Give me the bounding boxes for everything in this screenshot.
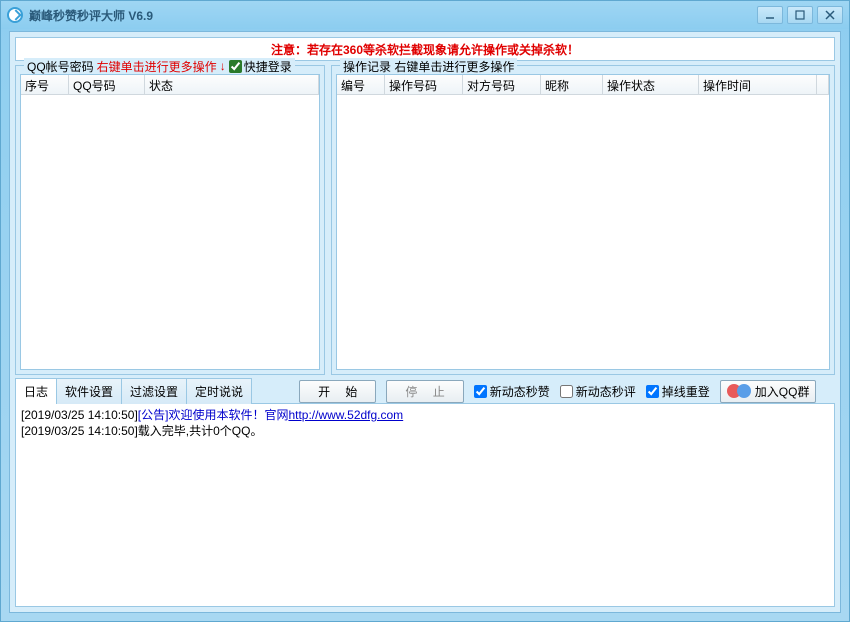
col-qq[interactable]: QQ号码: [69, 75, 145, 94]
window-controls: [757, 6, 843, 24]
start-button[interactable]: 开 始: [299, 380, 376, 403]
records-legend: 操作记录 右键单击进行更多操作: [340, 58, 517, 74]
client-area: 注意：若存在360等杀软拦截现象请允许操作或关掉杀软！ QQ帐号密码 右键单击进…: [9, 31, 841, 613]
tabs: 日志 软件设置 过滤设置 定时说说: [15, 378, 251, 404]
new-like-input[interactable]: [474, 385, 487, 398]
col-index[interactable]: 序号: [21, 75, 69, 94]
titlebar: 巅峰秒赞秒评大师 V6.9: [1, 1, 849, 29]
app-window: 巅峰秒赞秒评大师 V6.9 注意：若存在360等杀软拦截现象请允许操作或关掉杀软…: [0, 0, 850, 622]
accounts-legend: QQ帐号密码 右键单击进行更多操作 ↓ 快捷登录: [24, 58, 295, 74]
qq-avatars-icon: [727, 384, 751, 398]
tab-filter[interactable]: 过滤设置: [121, 378, 187, 404]
log-msg: [公告]欢迎使用本软件！官网: [138, 408, 289, 422]
tab-schedule[interactable]: 定时说说: [186, 378, 252, 404]
records-header: 编号 操作号码 对方号码 昵称 操作状态 操作时间: [337, 75, 829, 95]
records-table[interactable]: 编号 操作号码 对方号码 昵称 操作状态 操作时间: [336, 74, 830, 370]
legend-prefix: QQ帐号密码: [27, 58, 94, 75]
log-ts: [2019/03/25 14:10:50]: [21, 424, 138, 438]
records-panel: 操作记录 右键单击进行更多操作 编号 操作号码 对方号码 昵称 操作状态 操作时…: [331, 65, 835, 375]
tab-settings[interactable]: 软件设置: [56, 378, 122, 404]
new-like-checkbox[interactable]: 新动态秒赞: [474, 383, 550, 400]
new-comment-label: 新动态秒评: [576, 383, 636, 400]
quick-login-checkbox[interactable]: 快捷登录: [229, 58, 292, 75]
log-msg: 载入完毕,共计0个QQ。: [138, 424, 263, 438]
join-qq-group-button[interactable]: 加入QQ群: [720, 380, 817, 403]
action-row: 日志 软件设置 过滤设置 定时说说 开 始 停 止 新动态秒赞 新动态秒评 掉线…: [15, 379, 835, 403]
col-spacer: [817, 75, 829, 94]
col-nick[interactable]: 昵称: [541, 75, 603, 94]
accounts-header: 序号 QQ号码 状态: [21, 75, 319, 95]
log-ts: [2019/03/25 14:10:50]: [21, 408, 138, 422]
join-qq-label: 加入QQ群: [755, 383, 810, 400]
maximize-button[interactable]: [787, 6, 813, 24]
window-title: 巅峰秒赞秒评大师 V6.9: [29, 7, 757, 24]
log-link[interactable]: http://www.52dfg.com: [288, 408, 403, 422]
log-panel[interactable]: [2019/03/25 14:10:50][公告]欢迎使用本软件！官网http:…: [15, 403, 835, 607]
main-row: QQ帐号密码 右键单击进行更多操作 ↓ 快捷登录 序号 QQ号码 状态: [15, 65, 835, 375]
reconnect-checkbox[interactable]: 掉线重登: [646, 383, 710, 400]
accounts-table[interactable]: 序号 QQ号码 状态: [20, 74, 320, 370]
new-comment-input[interactable]: [560, 385, 573, 398]
quick-login-input[interactable]: [229, 60, 242, 73]
log-line: [2019/03/25 14:10:50]载入完毕,共计0个QQ。: [21, 423, 829, 439]
reconnect-label: 掉线重登: [662, 383, 710, 400]
close-button[interactable]: [817, 6, 843, 24]
log-line: [2019/03/25 14:10:50][公告]欢迎使用本软件！官网http:…: [21, 407, 829, 423]
legend-red: 右键单击进行更多操作: [97, 58, 217, 75]
tab-log[interactable]: 日志: [15, 378, 57, 404]
col-op-status[interactable]: 操作状态: [603, 75, 699, 94]
col-op-qq[interactable]: 操作号码: [385, 75, 463, 94]
col-status[interactable]: 状态: [145, 75, 319, 94]
quick-login-label: 快捷登录: [244, 58, 292, 75]
reconnect-input[interactable]: [646, 385, 659, 398]
records-legend-text: 操作记录 右键单击进行更多操作: [343, 58, 514, 75]
down-arrow-icon: ↓: [220, 59, 226, 73]
minimize-button[interactable]: [757, 6, 783, 24]
col-no[interactable]: 编号: [337, 75, 385, 94]
col-target-qq[interactable]: 对方号码: [463, 75, 541, 94]
new-like-label: 新动态秒赞: [490, 383, 550, 400]
new-comment-checkbox[interactable]: 新动态秒评: [560, 383, 636, 400]
app-icon: [7, 7, 23, 23]
col-op-time[interactable]: 操作时间: [699, 75, 817, 94]
warning-text: 注意：若存在360等杀软拦截现象请允许操作或关掉杀软！: [271, 41, 579, 58]
accounts-panel: QQ帐号密码 右键单击进行更多操作 ↓ 快捷登录 序号 QQ号码 状态: [15, 65, 325, 375]
stop-button[interactable]: 停 止: [386, 380, 463, 403]
